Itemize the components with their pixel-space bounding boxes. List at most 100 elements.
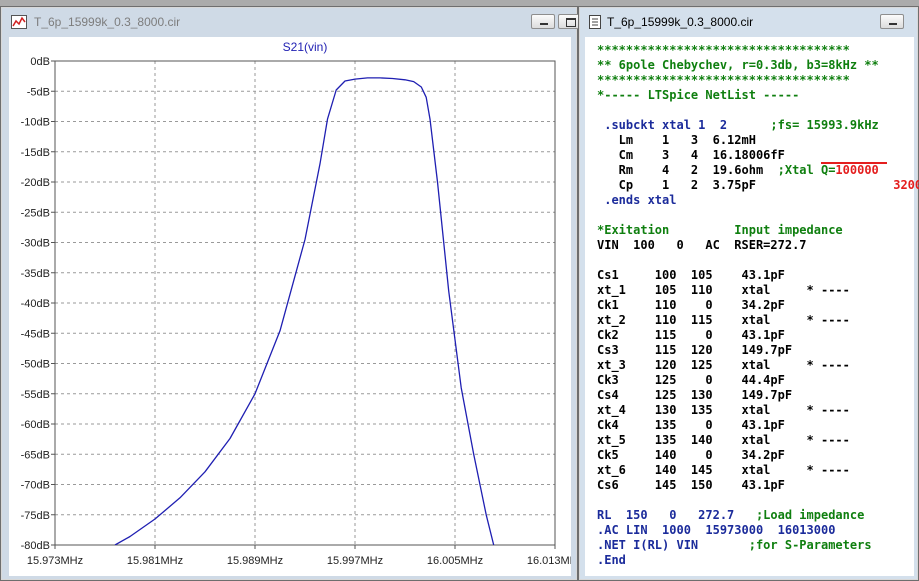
x-tick-label: 15.997MHz bbox=[327, 555, 383, 567]
netlist-text: Cs1 100 105 43.1pF bbox=[597, 268, 785, 282]
netlist-text: *********************************** bbox=[597, 43, 850, 57]
netlist-line: Ck5 140 0 34.2pF bbox=[597, 448, 785, 463]
y-tick-label: -35dB bbox=[21, 268, 50, 280]
netlist-text: Cm 3 4 16.18006fF bbox=[597, 148, 785, 162]
y-tick-label: -15dB bbox=[21, 147, 50, 159]
netlist-text: Ck3 125 0 44.4pF bbox=[597, 373, 785, 387]
y-tick-label: 0dB bbox=[30, 56, 50, 68]
netlist-text: .subckt xtal 1 2 bbox=[597, 118, 728, 132]
netlist-line: .End bbox=[597, 553, 626, 568]
y-tick-label: -55dB bbox=[21, 389, 50, 401]
netlist-line: VIN 100 0 AC RSER=272.7 bbox=[597, 238, 807, 253]
netlist-comment: ;for S-Parameters bbox=[698, 538, 872, 552]
netlist-line: Lm 1 3 6.12mH bbox=[597, 133, 756, 148]
y-tick-label: -20dB bbox=[21, 177, 50, 189]
netlist-text: Ck1 110 0 34.2pF bbox=[597, 298, 785, 312]
netlist-line: Ck4 135 0 43.1pF bbox=[597, 418, 785, 433]
minimize-button[interactable] bbox=[531, 14, 555, 29]
y-tick-label: -70dB bbox=[21, 480, 50, 492]
netlist-text: Lm 1 3 6.12mH bbox=[597, 133, 756, 147]
y-tick-label: -80dB bbox=[21, 540, 50, 552]
netlist-window[interactable]: T_6p_15999k_0.3_8000.cir ***************… bbox=[578, 6, 919, 581]
netlist-text: RL 150 0 272.7 bbox=[597, 508, 735, 522]
waveform-icon bbox=[11, 15, 27, 29]
netlist-line: Cs1 100 105 43.1pF bbox=[597, 268, 785, 283]
minimize-icon bbox=[881, 15, 903, 28]
netlist-text: .End bbox=[597, 553, 626, 567]
netlist-text: *----- LTSpice NetList ----- bbox=[597, 88, 800, 102]
netlist-text: Ck2 115 0 43.1pF bbox=[597, 328, 785, 342]
y-tick-label: -50dB bbox=[21, 359, 50, 371]
y-tick-label: -45dB bbox=[21, 328, 50, 340]
netlist-file-icon bbox=[589, 15, 601, 29]
y-tick-label: -60dB bbox=[21, 419, 50, 431]
netlist-line: .NET I(RL) VIN ;for S-Parameters bbox=[597, 538, 872, 553]
netlist-editor[interactable]: *********************************** ** 6p… bbox=[585, 37, 919, 576]
netlist-line: Ck2 115 0 43.1pF bbox=[597, 328, 785, 343]
x-tick-label: 15.989MHz bbox=[227, 555, 283, 567]
netlist-line: .AC LIN 1000 15973000 16013000 bbox=[597, 523, 835, 538]
netlist-line: xt_5 135 140 xtal * ---- bbox=[597, 433, 850, 448]
netlist-line: *********************************** bbox=[597, 43, 850, 58]
netlist-minimize-button[interactable] bbox=[880, 14, 904, 29]
netlist-text: .AC LIN 1000 15973000 16013000 bbox=[597, 523, 836, 537]
netlist-line: *********************************** bbox=[597, 73, 850, 88]
y-tick-label: -5dB bbox=[27, 86, 50, 98]
netlist-text: xt_5 135 140 xtal * ---- bbox=[597, 433, 850, 447]
netlist-window-title: T_6p_15999k_0.3_8000.cir bbox=[607, 15, 754, 29]
waveform-titlebar[interactable]: T_6p_15999k_0.3_8000.cir bbox=[1, 7, 582, 37]
y-tick-label: -25dB bbox=[21, 207, 50, 219]
netlist-text: Ck4 135 0 43.1pF bbox=[597, 418, 785, 432]
netlist-text: xt_6 140 145 xtal * ---- bbox=[597, 463, 850, 477]
netlist-line: ** 6pole Chebychev, r=0.3db, b3=8kHz ** bbox=[597, 58, 879, 73]
netlist-line: .ends xtal bbox=[597, 193, 676, 208]
netlist-text: xt_3 120 125 xtal * ---- bbox=[597, 358, 850, 372]
y-tick-label: -10dB bbox=[21, 117, 50, 129]
netlist-text: Ck5 140 0 34.2pF bbox=[597, 448, 785, 462]
netlist-text: Cs6 145 150 43.1pF bbox=[597, 478, 785, 492]
netlist-text: .ends xtal bbox=[597, 193, 677, 207]
netlist-text: ** 6pole Chebychev, r=0.3db, b3=8kHz ** bbox=[597, 58, 879, 72]
netlist-text: .NET I(RL) VIN bbox=[597, 538, 699, 552]
s21-plot[interactable]: S21(vin) 0dB -5dB -10dB -15dB -20dB -25dB -30dB… bbox=[9, 37, 571, 576]
x-tick-label: 16.005MHz bbox=[427, 555, 483, 567]
x-tick-label: 15.981MHz bbox=[127, 555, 183, 567]
netlist-line: .subckt xtal 1 2 ;fs= 15993.9kHz bbox=[597, 118, 879, 133]
s21-trace[interactable] bbox=[114, 77, 495, 545]
y-tick-label: -40dB bbox=[21, 298, 50, 310]
netlist-comment: ;fs= 15993.9kHz bbox=[727, 118, 879, 132]
netlist-text: Rm 4 2 19.6ohm bbox=[597, 163, 764, 177]
netlist-line: xt_3 120 125 xtal * ---- bbox=[597, 358, 850, 373]
x-tick-label: 15.973MHz bbox=[27, 555, 83, 567]
netlist-line: xt_6 140 145 xtal * ---- bbox=[597, 463, 850, 478]
netlist-line: Rm 4 2 19.6ohm ;Xtal Q=100000 bbox=[597, 163, 879, 178]
netlist-line: Cs6 145 150 43.1pF bbox=[597, 478, 785, 493]
netlist-line: Cp 1 2 3.75pF 32000 !!! bbox=[597, 178, 919, 193]
y-tick-label: -65dB bbox=[21, 449, 50, 461]
netlist-comment: Input impedance bbox=[669, 223, 843, 237]
netlist-text: xt_1 105 110 xtal * ---- bbox=[597, 283, 850, 297]
waveform-window-title: T_6p_15999k_0.3_8000.cir bbox=[34, 15, 181, 29]
netlist-line: *Exitation Input impedance bbox=[597, 223, 843, 238]
netlist-text: xt_4 130 135 xtal * ---- bbox=[597, 403, 850, 417]
waveform-window[interactable]: T_6p_15999k_0.3_8000.cir S21(vin) 0dB -5dB… bbox=[0, 6, 582, 581]
netlist-struck-value: 100000 bbox=[835, 163, 879, 177]
netlist-line: Ck1 110 0 34.2pF bbox=[597, 298, 785, 313]
netlist-comment: 32000 !!! bbox=[893, 178, 919, 192]
netlist-titlebar[interactable]: T_6p_15999k_0.3_8000.cir bbox=[579, 7, 918, 37]
netlist-line: Ck3 125 0 44.4pF bbox=[597, 373, 785, 388]
netlist-line: Cs3 115 120 149.7pF bbox=[597, 343, 792, 358]
netlist-text: VIN 100 0 AC RSER=272.7 bbox=[597, 238, 807, 252]
trace-label[interactable]: S21(vin) bbox=[283, 40, 328, 54]
x-tick-label: 16.013MHz bbox=[527, 555, 571, 567]
netlist-line: RL 150 0 272.7 ;Load impedance bbox=[597, 508, 864, 523]
plot-pane[interactable]: S21(vin) 0dB -5dB -10dB -15dB -20dB -25dB -30dB… bbox=[9, 37, 571, 576]
netlist-line: xt_4 130 135 xtal * ---- bbox=[597, 403, 850, 418]
netlist-line: *----- LTSpice NetList ----- bbox=[597, 88, 799, 103]
netlist-line: xt_2 110 115 xtal * ---- bbox=[597, 313, 850, 328]
netlist-text: Cs3 115 120 149.7pF bbox=[597, 343, 793, 357]
netlist-text: *********************************** bbox=[597, 73, 850, 87]
netlist-text: *Exitation bbox=[597, 223, 670, 237]
netlist-line: xt_1 105 110 xtal * ---- bbox=[597, 283, 850, 298]
y-tick-label: -75dB bbox=[21, 510, 50, 522]
